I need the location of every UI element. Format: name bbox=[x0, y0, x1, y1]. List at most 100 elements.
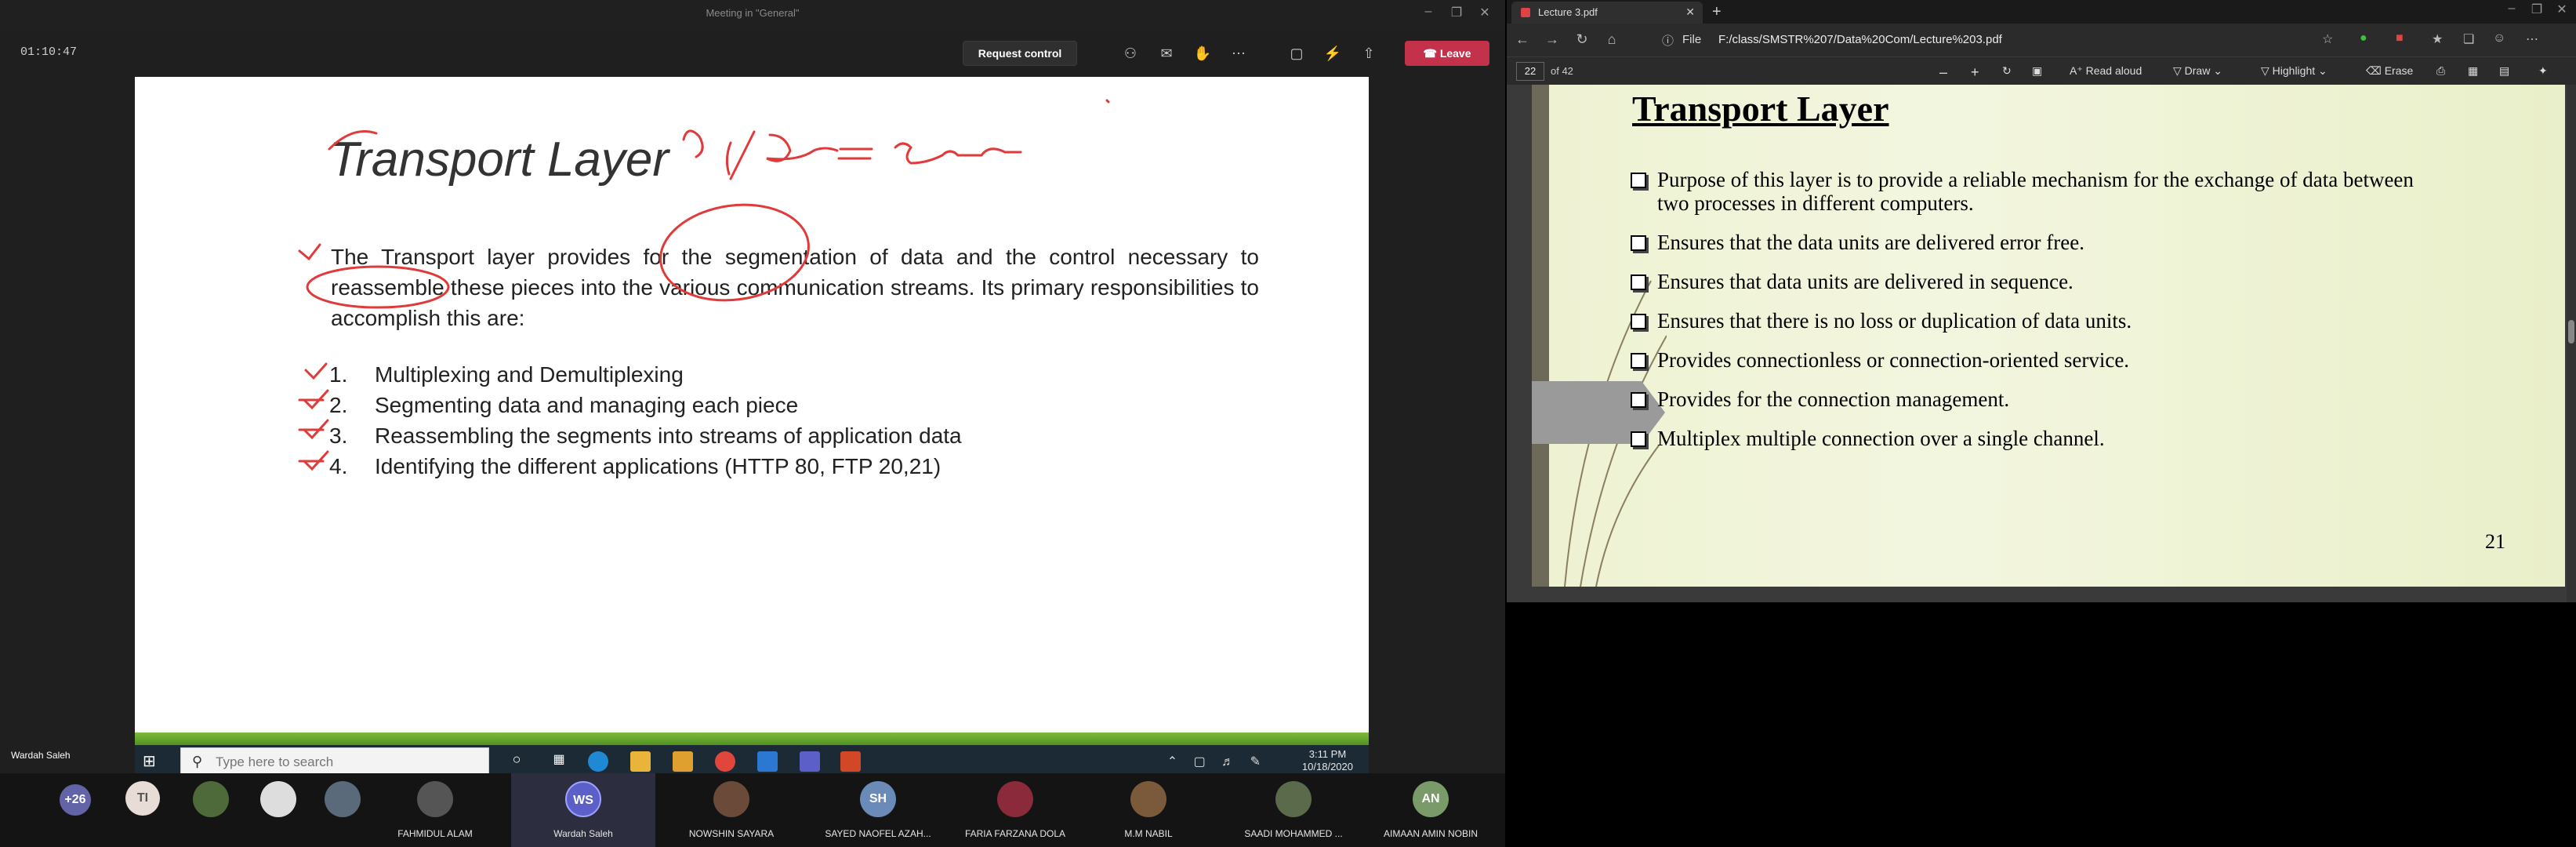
participant-tile[interactable]: SH SAYED NAOFEL AZAH... bbox=[807, 773, 949, 847]
file-explorer-icon[interactable] bbox=[630, 751, 651, 772]
teams-titlebar: Meeting in "General" – ❐ ✕ bbox=[0, 0, 1505, 30]
url-text[interactable]: F:/class/SMSTR%207/Data%20Com/Lecture%20… bbox=[1718, 33, 2002, 46]
extension-icon[interactable]: ● bbox=[2360, 31, 2367, 45]
participant-tile[interactable]: M.M NABIL bbox=[1090, 773, 1207, 847]
rotate-icon[interactable]: ↻ bbox=[2002, 64, 2012, 78]
participant-tile[interactable]: NOWSHIN SAYARA bbox=[665, 773, 798, 847]
settings-more-icon[interactable]: ⋯ bbox=[2526, 31, 2538, 47]
save-icon[interactable]: ▦ bbox=[2468, 64, 2478, 78]
address-bar[interactable]: ⓘ File F:/class/SMSTR%207/Data%20Com/Lec… bbox=[1654, 28, 2320, 52]
erase-button[interactable]: ⌫ Erase bbox=[2366, 64, 2413, 78]
home-icon[interactable]: ⌂ bbox=[1602, 31, 1621, 48]
participant-name: NOWSHIN SAYARA bbox=[688, 828, 775, 839]
windows-start-icon[interactable]: ⊞ bbox=[143, 753, 160, 770]
list-number: 4. bbox=[329, 454, 348, 478]
list-text: Segmenting data and managing each piece bbox=[375, 393, 799, 417]
search-input[interactable] bbox=[216, 753, 474, 772]
edge-icon[interactable] bbox=[588, 751, 608, 772]
zoom-in-icon[interactable]: + bbox=[1971, 64, 1979, 81]
participant-tile[interactable]: FARIA FARZANA DOLA bbox=[949, 773, 1082, 847]
new-tab-icon[interactable]: + bbox=[1712, 3, 1722, 21]
list-item: Ensures that the data units are delivere… bbox=[1631, 231, 2446, 254]
zoom-out-icon[interactable]: – bbox=[1939, 64, 1947, 81]
highlight-button[interactable]: ▽ Highlight ⌄ bbox=[2261, 64, 2327, 78]
close-icon[interactable]: ✕ bbox=[2548, 2, 2576, 17]
list-item: 2. Segmenting data and managing each piec… bbox=[329, 393, 1113, 424]
people-icon[interactable]: ⚇ bbox=[1119, 42, 1141, 64]
edge-pdf-window: Lecture 3.pdf ✕ + – ❐ ✕ ← → ↻ ⌂ ⓘ File F… bbox=[1507, 0, 2576, 602]
cortana-icon[interactable]: ○ bbox=[506, 751, 527, 772]
tab-close-icon[interactable]: ✕ bbox=[1685, 5, 1695, 19]
chat-icon[interactable]: ✉ bbox=[1156, 42, 1177, 64]
camera-off-icon[interactable]: ▢ bbox=[1286, 42, 1308, 64]
pdf-bullet-list: Purpose of this layer is to provide a re… bbox=[1631, 168, 2446, 466]
task-view-icon[interactable]: ▦ bbox=[549, 751, 569, 772]
back-icon[interactable]: ← bbox=[1513, 31, 1532, 48]
participant-tile[interactable]: AN AIMAAN AMIN NOBIN bbox=[1364, 773, 1497, 847]
store-icon[interactable] bbox=[673, 751, 693, 772]
mic-off-icon[interactable]: ⚡ bbox=[1322, 42, 1344, 64]
favorites-icon[interactable]: ★ bbox=[2432, 31, 2443, 47]
participant-tile[interactable]: WS Wardah Saleh bbox=[511, 773, 655, 847]
page-total: of 42 bbox=[1551, 65, 1573, 77]
list-item: Multiplex multiple connection over a sin… bbox=[1631, 427, 2446, 450]
avatar bbox=[1275, 781, 1312, 817]
minimize-icon[interactable]: – bbox=[1414, 5, 1442, 19]
avatar bbox=[325, 781, 361, 817]
favorite-star-icon[interactable]: ☆ bbox=[2322, 31, 2333, 47]
mail-icon[interactable] bbox=[757, 751, 778, 772]
read-aloud-button[interactable]: A⁺ Read aloud bbox=[2070, 64, 2142, 78]
teams-icon[interactable] bbox=[800, 751, 820, 772]
participant-tile[interactable]: FAHMIDUL ALAM bbox=[376, 773, 494, 847]
profile-icon[interactable]: ☺ bbox=[2493, 31, 2505, 45]
pin-toolbar-icon[interactable]: ✦ bbox=[2538, 64, 2548, 78]
powerpoint-icon[interactable] bbox=[840, 751, 861, 772]
chrome-icon[interactable] bbox=[715, 751, 735, 772]
participant-tile[interactable] bbox=[193, 773, 229, 847]
slide-list: 1. Multiplexing and Demultiplexing 2. Segm… bbox=[329, 362, 1113, 485]
leave-label: Leave bbox=[1439, 47, 1471, 60]
minimize-icon[interactable]: – bbox=[2498, 2, 2526, 16]
forward-icon[interactable]: → bbox=[1543, 31, 1562, 48]
pdf-icon bbox=[1521, 8, 1530, 17]
extension-icon[interactable]: ■ bbox=[2396, 31, 2404, 45]
avatar bbox=[260, 781, 296, 817]
participant-tile[interactable] bbox=[260, 773, 296, 847]
participants-strip: +26 TI FAHMIDUL ALAM WS Wardah Saleh NOW… bbox=[0, 773, 1505, 847]
page-number-input[interactable]: 22 bbox=[1516, 62, 1544, 81]
close-icon[interactable]: ✕ bbox=[1471, 5, 1499, 20]
restore-icon[interactable]: ❐ bbox=[2523, 2, 2551, 17]
refresh-icon[interactable]: ↻ bbox=[1573, 31, 1591, 48]
vertical-scrollbar[interactable] bbox=[2567, 85, 2576, 602]
collections-icon[interactable]: ❏ bbox=[2463, 31, 2474, 47]
presenter-name: Wardah Saleh bbox=[11, 750, 71, 761]
clock[interactable]: 3:11 PM 10/18/2020 bbox=[1302, 748, 1353, 773]
print-icon[interactable]: ⎙ bbox=[2436, 64, 2445, 78]
url-scheme: File bbox=[1682, 33, 1702, 46]
fit-page-icon[interactable]: ▣ bbox=[2032, 64, 2042, 78]
participant-tile[interactable]: SAADI MOHAMMED ... bbox=[1223, 773, 1364, 847]
info-icon[interactable]: ⓘ bbox=[1662, 32, 1674, 49]
tab-lecture-pdf[interactable]: Lecture 3.pdf ✕ bbox=[1511, 2, 1703, 24]
save-as-icon[interactable]: ▤ bbox=[2499, 64, 2509, 78]
window-title: Meeting in "General" bbox=[706, 7, 800, 19]
participant-tile[interactable] bbox=[325, 773, 361, 847]
request-control-button[interactable]: Request control bbox=[963, 41, 1077, 66]
share-tray-icon[interactable]: ⇧ bbox=[1358, 42, 1380, 64]
scrollbar-thumb[interactable] bbox=[2568, 320, 2574, 344]
participant-name: FARIA FARZANA DOLA bbox=[964, 828, 1066, 839]
taskbar-search[interactable]: ⚲ bbox=[180, 747, 489, 776]
participant-name: AIMAAN AMIN NOBIN bbox=[1383, 828, 1478, 839]
draw-button[interactable]: ▽ Draw ⌄ bbox=[2173, 64, 2222, 78]
raise-hand-icon[interactable]: ✋ bbox=[1192, 42, 1214, 64]
avatar bbox=[713, 781, 749, 817]
participant-tile[interactable]: TI bbox=[125, 773, 161, 847]
restore-icon[interactable]: ❐ bbox=[1442, 5, 1471, 20]
participant-tile[interactable]: +26 bbox=[60, 773, 96, 847]
leave-button[interactable]: ☎ Leave bbox=[1405, 41, 1489, 66]
bullet-box-icon bbox=[1631, 235, 1646, 251]
system-tray-icons[interactable]: ⌃ ▢ ♬ ✎ bbox=[1167, 754, 1267, 769]
pdf-viewer[interactable]: Transport Layer Purpose of this layer is… bbox=[1507, 85, 2576, 602]
more-icon[interactable]: ⋯ bbox=[1228, 42, 1250, 64]
list-item: Provides connectionless or connection-or… bbox=[1631, 348, 2446, 372]
